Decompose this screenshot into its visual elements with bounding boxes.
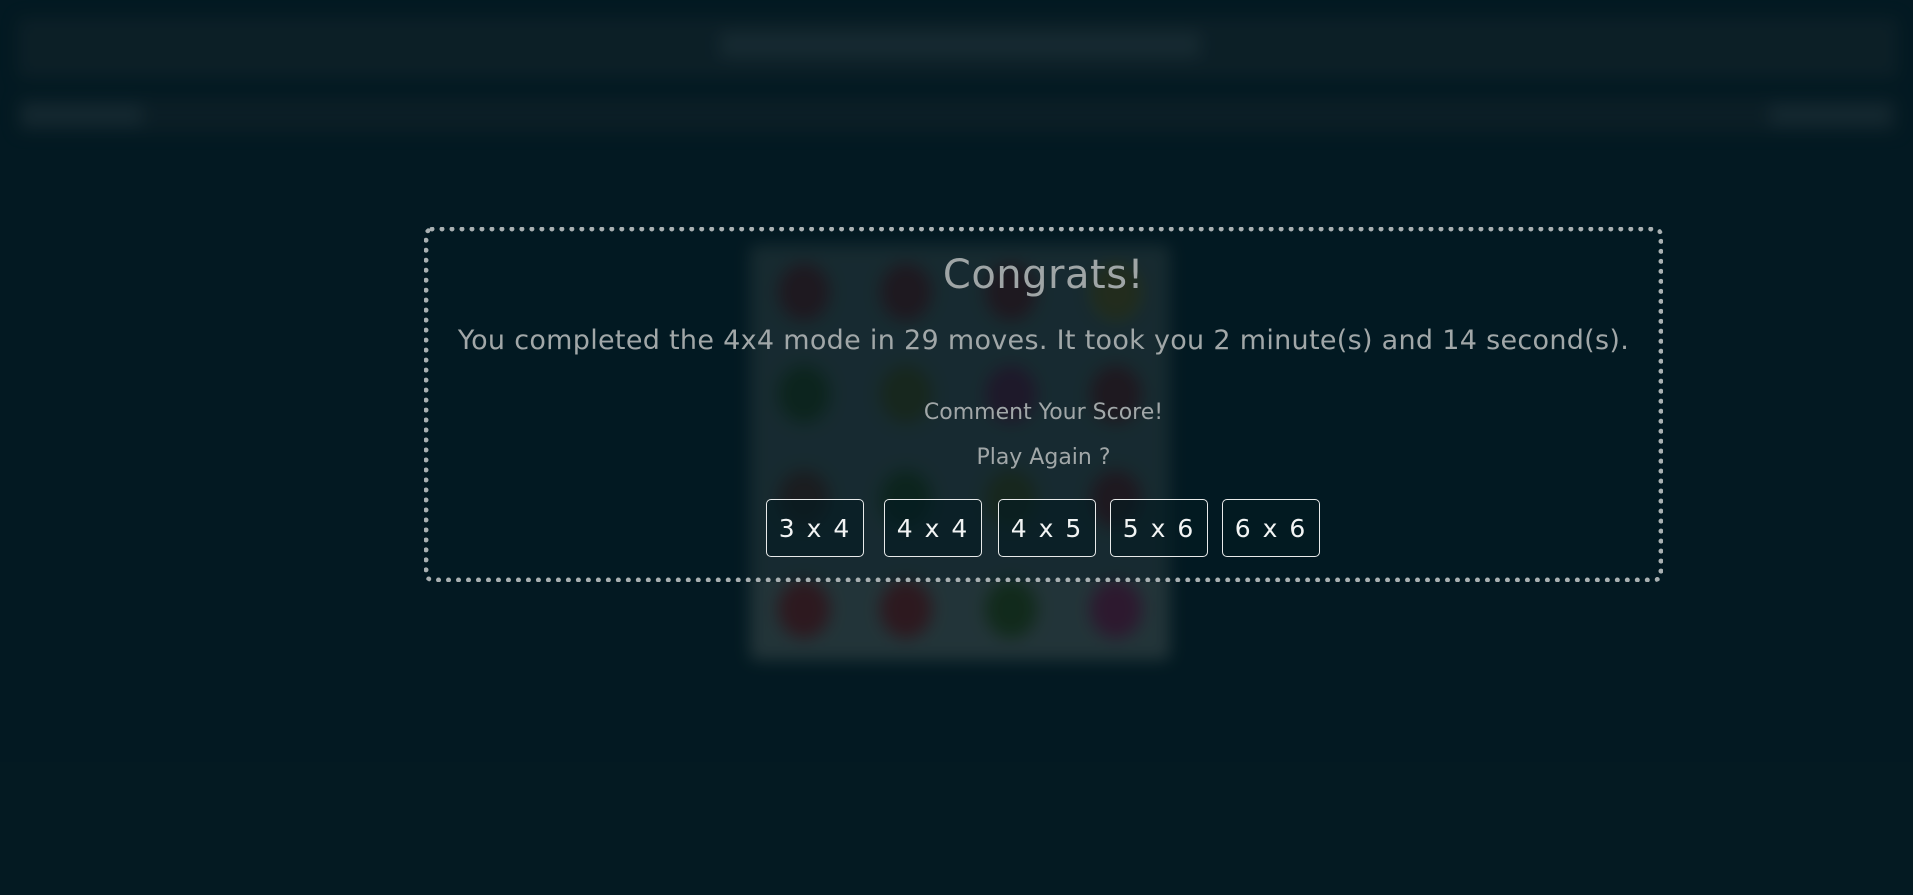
play-again-label: Play Again ? — [976, 445, 1111, 470]
mode-button-6x6[interactable]: 6 x 6 — [1222, 499, 1320, 557]
completion-message: You completed the 4x4 mode in 29 moves. … — [457, 325, 1630, 356]
game-screen: Congrats! You completed the 4x4 mode in … — [0, 0, 1913, 895]
mode-button-5x6[interactable]: 5 x 6 — [1110, 499, 1208, 557]
mode-button-3x4[interactable]: 3 x 4 — [766, 499, 864, 557]
mode-button-4x4[interactable]: 4 x 4 — [884, 499, 982, 557]
comment-score-link[interactable]: Comment Your Score! — [429, 400, 1658, 425]
congrats-modal: Congrats! You completed the 4x4 mode in … — [424, 227, 1663, 582]
modal-title: Congrats! — [942, 252, 1145, 298]
mode-button-4x5[interactable]: 4 x 5 — [998, 499, 1096, 557]
